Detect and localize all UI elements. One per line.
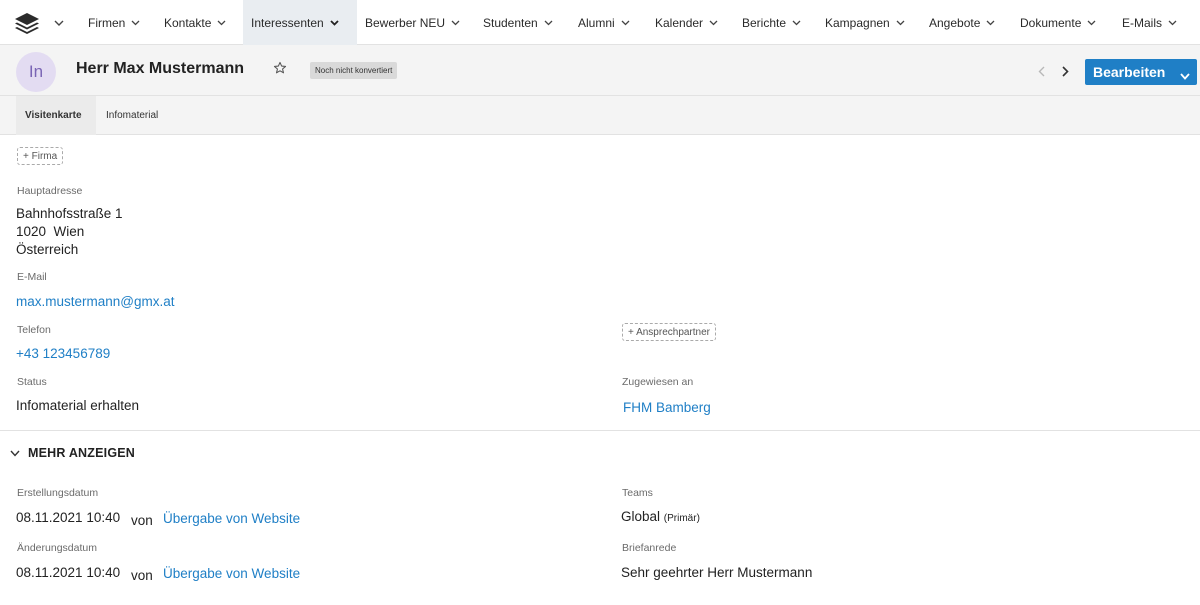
phone-link[interactable]: +43 123456789 <box>16 346 110 361</box>
chevron-down-icon <box>792 20 801 26</box>
teams-value: Global (Primär) <box>621 509 700 524</box>
nav-item-label: E-Mails <box>1122 15 1163 30</box>
status-label: Status <box>17 376 47 388</box>
salutation-label: Briefanrede <box>622 542 677 554</box>
chevron-down-icon <box>217 20 226 26</box>
chevron-down-icon <box>986 20 995 26</box>
tab-label: Visitenkarte <box>25 110 82 121</box>
modified-by-prefix: von <box>131 568 153 583</box>
nav-item-kalender[interactable]: Kalender <box>648 0 725 45</box>
teams-label: Teams <box>622 487 653 499</box>
chevron-down-icon <box>896 20 905 26</box>
nav-item-label: Firmen <box>88 15 126 30</box>
email-label: E-Mail <box>17 271 47 283</box>
top-navigation: Firmen Kontakte Interessenten Bewerber N… <box>0 0 1200 45</box>
status-badge: Noch nicht konvertiert <box>310 62 398 79</box>
edit-button[interactable]: Bearbeiten <box>1085 59 1197 85</box>
app-menu-button[interactable] <box>14 8 78 38</box>
record-tabs: Visitenkarte Infomaterial <box>0 96 1200 135</box>
record-header: In Herr Max Mustermann Noch nicht konver… <box>0 45 1200 96</box>
nav-item-kampagnen[interactable]: Kampagnen <box>818 0 912 45</box>
chevron-down-icon <box>330 19 339 26</box>
nav-item-berichte[interactable]: Berichte <box>735 0 808 45</box>
chevron-down-icon <box>621 20 630 26</box>
created-by-link[interactable]: Übergabe von Website <box>163 511 300 526</box>
chevron-down-icon <box>709 20 718 26</box>
previous-record-icon[interactable] <box>1033 62 1049 80</box>
modified-label: Änderungsdatum <box>17 542 97 554</box>
phone-label: Telefon <box>17 324 51 336</box>
modified-by-link[interactable]: Übergabe von Website <box>163 566 300 581</box>
next-record-icon[interactable] <box>1057 62 1073 80</box>
nav-item-studenten[interactable]: Studenten <box>476 0 560 45</box>
assigned-label: Zugewiesen an <box>622 376 694 388</box>
tab-infomaterial[interactable]: Infomaterial <box>106 96 158 135</box>
nav-item-label: Alumni <box>578 15 615 30</box>
chevron-down-icon[interactable] <box>1180 67 1190 83</box>
created-date: 08.11.2021 10:40 <box>16 510 121 525</box>
chevron-down-icon <box>1087 20 1096 26</box>
chevron-down-icon <box>54 20 64 26</box>
email-link[interactable]: max.mustermann@gmx.at <box>16 294 175 309</box>
nav-item-firmen[interactable]: Firmen <box>78 0 150 45</box>
team-name: Global <box>621 509 661 524</box>
nav-item-label: Berichte <box>742 15 787 30</box>
address-city: 1020 Wien <box>16 224 85 239</box>
tab-label: Infomaterial <box>106 110 159 121</box>
nav-item-label: Dokumente <box>1020 15 1082 30</box>
nav-item-label: Kontakte <box>164 15 212 30</box>
nav-item-e-mails[interactable]: E-Mails <box>1115 0 1184 45</box>
nav-item-interessenten[interactable]: Interessenten <box>243 0 357 45</box>
nav-item-kontakte[interactable]: Kontakte <box>155 0 235 45</box>
section-divider <box>0 430 1200 431</box>
nav-item-dokumente[interactable]: Dokumente <box>1013 0 1103 45</box>
show-more-label: MEHR ANZEIGEN <box>28 446 136 460</box>
created-label: Erstellungsdatum <box>17 487 99 499</box>
address-country: Österreich <box>16 242 79 257</box>
nav-item-label: Angebote <box>929 15 981 30</box>
chevron-down-icon <box>451 20 460 26</box>
nav-item-label: Interessenten <box>251 15 324 30</box>
created-by-prefix: von <box>131 513 153 528</box>
star-icon[interactable] <box>273 61 289 77</box>
chevron-down-icon <box>1168 20 1177 26</box>
nav-item-label: Kalender <box>655 15 704 30</box>
stack-layers-icon <box>14 12 40 34</box>
page-title: Herr Max Mustermann <box>76 60 245 77</box>
nav-item-label: Bewerber NEU <box>365 15 446 30</box>
chevron-down-icon <box>10 444 20 462</box>
add-contact-person-button[interactable]: + Ansprechpartner <box>622 323 716 341</box>
nav-item-alumni[interactable]: Alumni <box>571 0 637 45</box>
assigned-user-link[interactable]: FHM Bamberg <box>623 400 711 415</box>
status-value: Infomaterial erhalten <box>16 398 140 413</box>
nav-item-label: Studenten <box>483 15 538 30</box>
tab-visitenkarte[interactable]: Visitenkarte <box>16 96 96 135</box>
nav-item-label: Kampagnen <box>825 15 890 30</box>
avatar: In <box>16 52 56 92</box>
edit-button-label: Bearbeiten <box>1093 64 1166 80</box>
nav-item-angebote[interactable]: Angebote <box>922 0 1002 45</box>
show-more-toggle[interactable]: MEHR ANZEIGEN <box>10 444 135 462</box>
chevron-down-icon <box>131 20 140 26</box>
modified-date: 08.11.2021 10:40 <box>16 565 121 580</box>
team-primary-marker: (Primär) <box>663 513 700 524</box>
address-street: Bahnhofsstraße 1 <box>16 206 123 221</box>
nav-item-bewerber-neu[interactable]: Bewerber NEU <box>358 0 467 45</box>
address-label: Hauptadresse <box>17 185 83 197</box>
salutation-value: Sehr geehrter Herr Mustermann <box>621 565 813 580</box>
add-company-button[interactable]: + Firma <box>17 147 64 165</box>
chevron-down-icon <box>544 20 553 26</box>
